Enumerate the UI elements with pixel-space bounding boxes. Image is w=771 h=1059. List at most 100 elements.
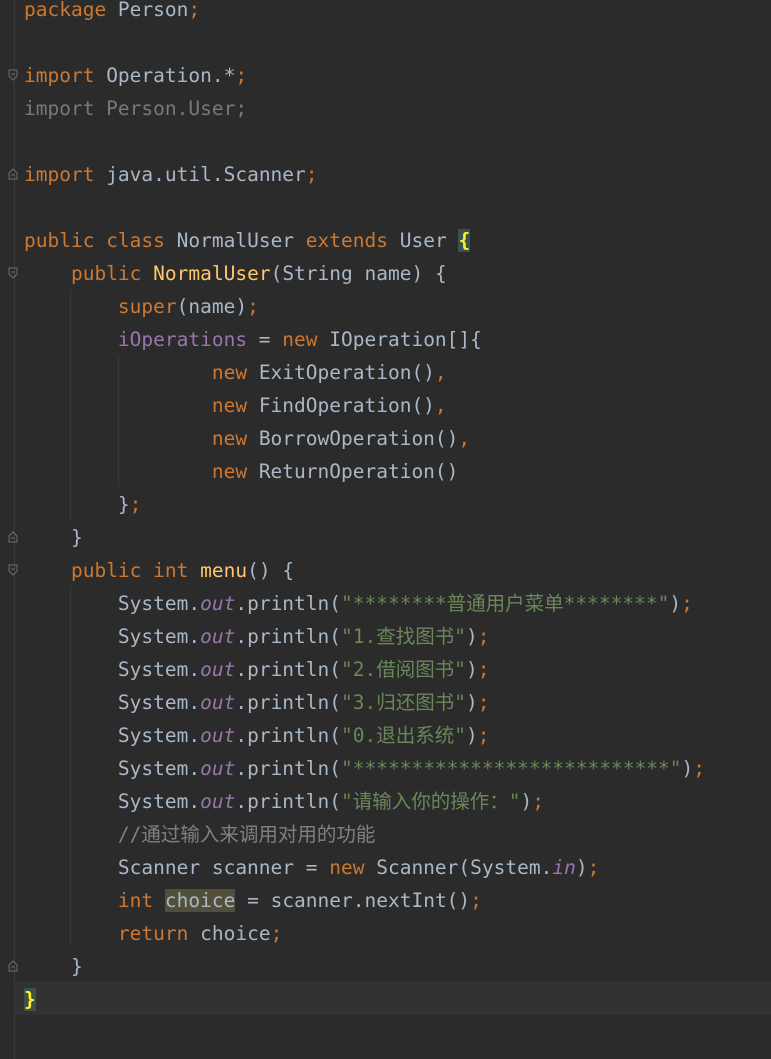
gutter-separator (14, 0, 15, 1059)
semicolon: ; (681, 592, 693, 615)
code-editor[interactable]: package Person; import Operation.*; impo… (0, 0, 771, 1059)
fold-expand-icon[interactable] (8, 960, 18, 972)
code-line: package Person; (24, 0, 705, 26)
matched-brace: } (24, 988, 36, 1011)
string-literal: "********普通用户菜单********" (341, 592, 670, 615)
code-line: System.out.println("0.退出系统"); (24, 719, 705, 752)
keyword: new (211, 361, 248, 384)
semicolon: ; (235, 64, 248, 87)
code-line: } (24, 521, 705, 554)
operation-ctor: ExitOperation() (247, 361, 435, 384)
class-ref: System. (117, 625, 201, 648)
return-value: choice (188, 922, 271, 945)
keyword: new (329, 856, 365, 879)
paren: ) (465, 625, 478, 648)
semicolon: ; (532, 790, 544, 813)
code-line: new ExitOperation(), (24, 356, 705, 389)
static-field: out (200, 691, 236, 714)
code-line: public NormalUser(String name) { (24, 257, 705, 290)
fold-expand-icon[interactable] (8, 168, 18, 180)
fold-collapse-icon[interactable] (8, 69, 18, 81)
keyword: public (70, 559, 142, 582)
string-literal: "0.退出系统" (341, 724, 466, 747)
paren: ) (575, 856, 588, 879)
semicolon: ; (470, 889, 482, 912)
keyword: new (282, 328, 318, 351)
code-line: } (24, 950, 705, 983)
class-ref: System. (117, 658, 201, 681)
highlighted-identifier: choice (164, 889, 236, 912)
comma: , (434, 394, 447, 417)
code-line: import Person.User; (24, 92, 705, 125)
import-path: java.util.Scanner (94, 163, 306, 186)
code-line: System.out.println("1.查找图书"); (24, 620, 705, 653)
paren: ) (520, 790, 533, 813)
paren: ) (465, 724, 478, 747)
code-line: new FindOperation(), (24, 389, 705, 422)
semicolon: ; (477, 625, 490, 648)
code-line: public class NormalUser extends User { (24, 224, 705, 257)
keyword: new (211, 427, 248, 450)
string-literal: "请输入你的操作：" (341, 790, 521, 813)
paren: ) (465, 658, 478, 681)
method-call: .println( (235, 691, 342, 714)
code-line: new BorrowOperation(), (24, 422, 705, 455)
paren: ) (681, 757, 694, 780)
code-line: System.out.println("2.借阅图书"); (24, 653, 705, 686)
code-line: return choice; (24, 917, 705, 950)
fold-collapse-icon[interactable] (8, 267, 18, 279)
operation-ctor: ReturnOperation() (247, 460, 459, 483)
code-line: }; (24, 488, 705, 521)
unused-import: import Person.User; (24, 97, 248, 120)
code-lines[interactable]: package Person; import Operation.*; impo… (24, 0, 705, 1016)
method-call: = scanner.nextInt() (235, 889, 471, 912)
keyword: class (94, 229, 165, 252)
keyword: public (24, 229, 95, 252)
code-line: import Operation.*; (24, 59, 705, 92)
comment: //通过输入来调用对用的功能 (117, 823, 376, 846)
class-ref: System. (117, 691, 201, 714)
semicolon: ; (188, 0, 201, 21)
string-literal: "***************************" (341, 757, 682, 780)
comma: , (434, 361, 447, 384)
code-line: new ReturnOperation() (24, 455, 705, 488)
semicolon: ; (247, 295, 259, 318)
operator: = (247, 328, 283, 351)
code-line: System.out.println("3.归还图书"); (24, 686, 705, 719)
operation-ctor: BorrowOperation() (247, 427, 459, 450)
code-line: Scanner scanner = new Scanner(System.in)… (24, 851, 705, 884)
string-literal: "2.借阅图书" (341, 658, 466, 681)
super-args: (name) (176, 295, 248, 318)
method-call: .println( (235, 757, 342, 780)
keyword: int (117, 889, 154, 912)
class-name: NormalUser (164, 229, 306, 252)
static-field: out (200, 592, 236, 615)
method-call: .println( (235, 658, 342, 681)
keyword: package (24, 0, 107, 21)
fold-collapse-icon[interactable] (8, 564, 18, 576)
code-line: System.out.println("********************… (24, 752, 705, 785)
method-params: () { (247, 559, 295, 582)
semicolon: ; (305, 163, 318, 186)
code-line: super(name); (24, 290, 705, 323)
fold-expand-icon[interactable] (8, 531, 18, 543)
static-field: out (200, 625, 236, 648)
class-ref: System. (117, 724, 201, 747)
variable-declaration: Scanner scanner = (117, 856, 330, 879)
method-call: .println( (235, 724, 342, 747)
static-field: out (200, 757, 236, 780)
paren: ) (465, 691, 478, 714)
code-line: iOperations = new IOperation[]{ (24, 323, 705, 356)
keyword: int (153, 559, 189, 582)
static-field: in (552, 856, 576, 879)
keyword: import (24, 163, 95, 186)
code-line: } (24, 983, 705, 1016)
semicolon: ; (477, 691, 490, 714)
matched-brace: { (458, 229, 471, 252)
method-call: .println( (235, 592, 342, 615)
brace: } (70, 526, 83, 549)
constructor-name: NormalUser (153, 262, 271, 285)
